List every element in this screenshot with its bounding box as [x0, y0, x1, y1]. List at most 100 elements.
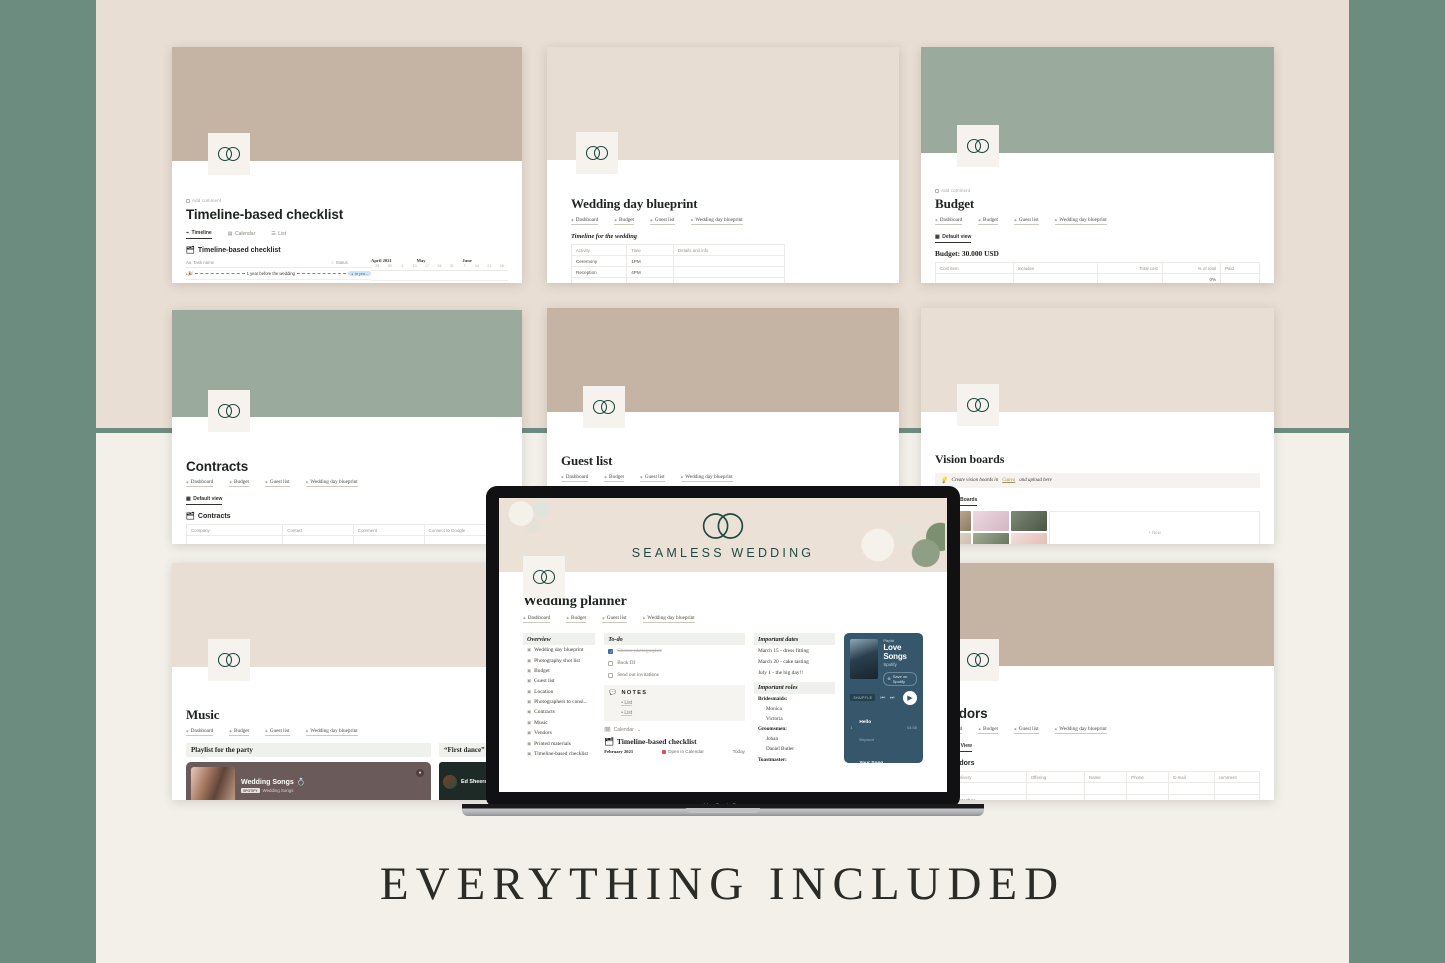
nav-budget[interactable]: Budget	[978, 217, 999, 225]
shuffle-chip[interactable]: SHUFFLE	[850, 694, 876, 701]
checkbox-icon[interactable]	[608, 672, 614, 678]
nav-guest-list[interactable]: Guest list	[1014, 217, 1039, 225]
nav-wedding-day-blueprint[interactable]: Wedding day blueprint	[305, 479, 358, 487]
breadcrumb-nav[interactable]: Dashboard Budget Guest list Wedding day …	[561, 474, 885, 482]
today-button[interactable]: Today	[733, 749, 745, 754]
cell-cost-item[interactable]	[935, 273, 1014, 283]
cell[interactable]	[1126, 782, 1170, 795]
sidebar-item-location[interactable]: Location	[523, 687, 595, 697]
nav-dashboard[interactable]: Dashboard	[523, 615, 551, 623]
breadcrumb-nav[interactable]: Dashboard Budget Guest list Wedding day …	[935, 217, 1260, 225]
add-comment-button[interactable]: Add comment	[935, 188, 1260, 193]
chevron-down-icon[interactable]: ⌄	[637, 727, 641, 733]
nav-budget[interactable]: Budget	[229, 728, 250, 736]
nav-budget[interactable]: Budget	[978, 726, 999, 734]
checkbox-checked-icon[interactable]	[608, 648, 614, 654]
spotify-embed[interactable]: Playlist Love Songs Spotify ⊕ Save on Sp…	[844, 633, 923, 763]
sidebar-item-printed-materials[interactable]: Printed materials	[523, 738, 595, 748]
cell-activity[interactable]: Ceremony	[570, 255, 628, 267]
gallery-thumb[interactable]	[973, 533, 1009, 544]
gallery-thumb[interactable]	[1011, 511, 1047, 531]
nav-dashboard[interactable]: Dashboard	[935, 217, 963, 225]
calendar-toolbar[interactable]: February 2021 Open in Calendar Today	[604, 749, 745, 754]
canva-link[interactable]: Canva	[1002, 478, 1015, 483]
nav-wedding-day-blueprint[interactable]: Wedding day blueprint	[680, 474, 733, 482]
tab-default-view[interactable]: ▦ Default view	[935, 234, 972, 243]
nav-wedding-day-blueprint[interactable]: Wedding day blueprint	[1054, 217, 1107, 225]
nav-guest-list[interactable]: Guest list	[602, 615, 627, 623]
card-contracts[interactable]: Contracts Dashboard Budget Guest list We…	[172, 310, 522, 544]
table-row[interactable]: Reception 4PM	[570, 266, 785, 278]
cell[interactable]	[185, 535, 284, 544]
sidebar-item-vendors[interactable]: Vendors	[523, 728, 595, 738]
nav-dashboard[interactable]: Dashboard	[561, 474, 589, 482]
cell[interactable]	[1084, 782, 1128, 795]
cell-pct[interactable]: 0%	[1161, 273, 1222, 283]
nav-budget[interactable]: Budget	[229, 479, 250, 487]
tab-default-view[interactable]: ▦ Default view	[186, 496, 223, 505]
gallery-thumb[interactable]	[973, 511, 1009, 531]
nav-dashboard[interactable]: Dashboard	[571, 217, 599, 225]
tab-list[interactable]: ☰ List	[271, 230, 286, 239]
sidebar-item-photographers[interactable]: Photographers to consi...	[523, 697, 595, 707]
nav-dashboard[interactable]: Dashboard	[186, 479, 214, 487]
notes-list-item[interactable]: • List	[621, 710, 740, 716]
spotify-controls[interactable]: SHUFFLE ⏮ ⏭ ▶	[850, 690, 917, 705]
todo-item[interactable]: Choose photographer	[604, 645, 745, 657]
table-row[interactable]: 📷 Photographer	[935, 794, 1261, 800]
nav-guest-list[interactable]: Guest list	[265, 479, 290, 487]
cell-details[interactable]	[673, 255, 785, 267]
cell[interactable]	[1168, 782, 1215, 795]
cell-total-cost[interactable]	[1096, 273, 1163, 283]
checkbox-icon[interactable]	[608, 660, 614, 666]
nav-budget[interactable]: Budget	[604, 474, 625, 482]
card-budget[interactable]: Add comment Budget Dashboard Budget Gues…	[921, 47, 1274, 283]
new-board-button[interactable]: + New	[1049, 511, 1260, 544]
nav-dashboard[interactable]: Dashboard	[186, 728, 214, 736]
previous-icon[interactable]: ⏮	[880, 695, 885, 701]
table-row[interactable]	[570, 277, 785, 283]
status-badge[interactable]: In pro...	[348, 271, 371, 276]
todo-item[interactable]: Book DJ	[604, 657, 745, 669]
cell-activity[interactable]	[570, 277, 628, 283]
gallery-thumb[interactable]	[1011, 533, 1047, 544]
open-in-calendar-button[interactable]: Open in Calendar	[661, 749, 704, 754]
table-row[interactable]: 🎪 Venue	[935, 782, 1261, 795]
cell-time[interactable]: 4PM	[626, 266, 674, 278]
breadcrumb-nav[interactable]: Dashboard Budget Guest list Wedding day …	[571, 217, 885, 225]
table-row[interactable]: ▸ 🎉 1 year before the wedding In pro...	[186, 268, 371, 280]
track-row[interactable]: 2 Your SongElton John 04:03	[850, 751, 917, 764]
table-row[interactable]: ▸ 📍 Research theme, location, time, and …	[186, 280, 371, 284]
notes-list-item[interactable]: • List	[621, 700, 740, 706]
cell-details[interactable]	[673, 277, 785, 283]
cell[interactable]	[352, 535, 425, 544]
nav-budget[interactable]: Budget	[566, 615, 587, 623]
cell[interactable]	[1213, 782, 1261, 795]
nav-wedding-day-blueprint[interactable]: Wedding day blueprint	[1054, 726, 1107, 734]
sidebar-item-wedding-day-blueprint[interactable]: Wedding day blueprint	[523, 645, 595, 655]
table-row[interactable]: 0%	[935, 273, 1260, 283]
sidebar-item-guest-list[interactable]: Guest list	[523, 676, 595, 686]
calendar-toggle[interactable]: 🗓 Calendar ⌄	[604, 727, 745, 733]
cell-paid[interactable]	[1220, 273, 1260, 283]
card-music[interactable]: Music Dashboard Budget Guest list Weddin…	[172, 563, 522, 800]
card-vendors[interactable]: Vendors Dashboard Budget Guest list Wedd…	[921, 563, 1274, 800]
gantt-cell[interactable]	[371, 271, 508, 281]
nav-guest-list[interactable]: Guest list	[640, 474, 665, 482]
tab-calendar[interactable]: ▤ Calendar	[228, 230, 256, 239]
cell-includes[interactable]	[1012, 273, 1098, 283]
todo-item[interactable]: Send out invitations	[604, 669, 745, 681]
sidebar-item-contracts[interactable]: Contracts	[523, 707, 595, 717]
sidebar-item-budget[interactable]: Budget	[523, 666, 595, 676]
card-vision-boards[interactable]: Vision boards 💡 Create vision boards in …	[921, 308, 1274, 544]
cell[interactable]	[282, 535, 354, 544]
cell-time[interactable]: 1PM	[626, 255, 674, 267]
nav-guest-list[interactable]: Guest list	[265, 728, 290, 736]
nav-wedding-day-blueprint[interactable]: Wedding day blueprint	[305, 728, 358, 736]
track-row[interactable]: 1 Hello Beyoncé 04:55	[850, 710, 917, 746]
nav-wedding-day-blueprint[interactable]: Wedding day blueprint	[690, 217, 743, 225]
cell[interactable]	[1084, 794, 1128, 800]
breadcrumb-nav[interactable]: Dashboard Budget Guest list Wedding day …	[186, 479, 508, 487]
cell[interactable]	[1025, 782, 1086, 795]
cell-time[interactable]	[626, 277, 674, 283]
